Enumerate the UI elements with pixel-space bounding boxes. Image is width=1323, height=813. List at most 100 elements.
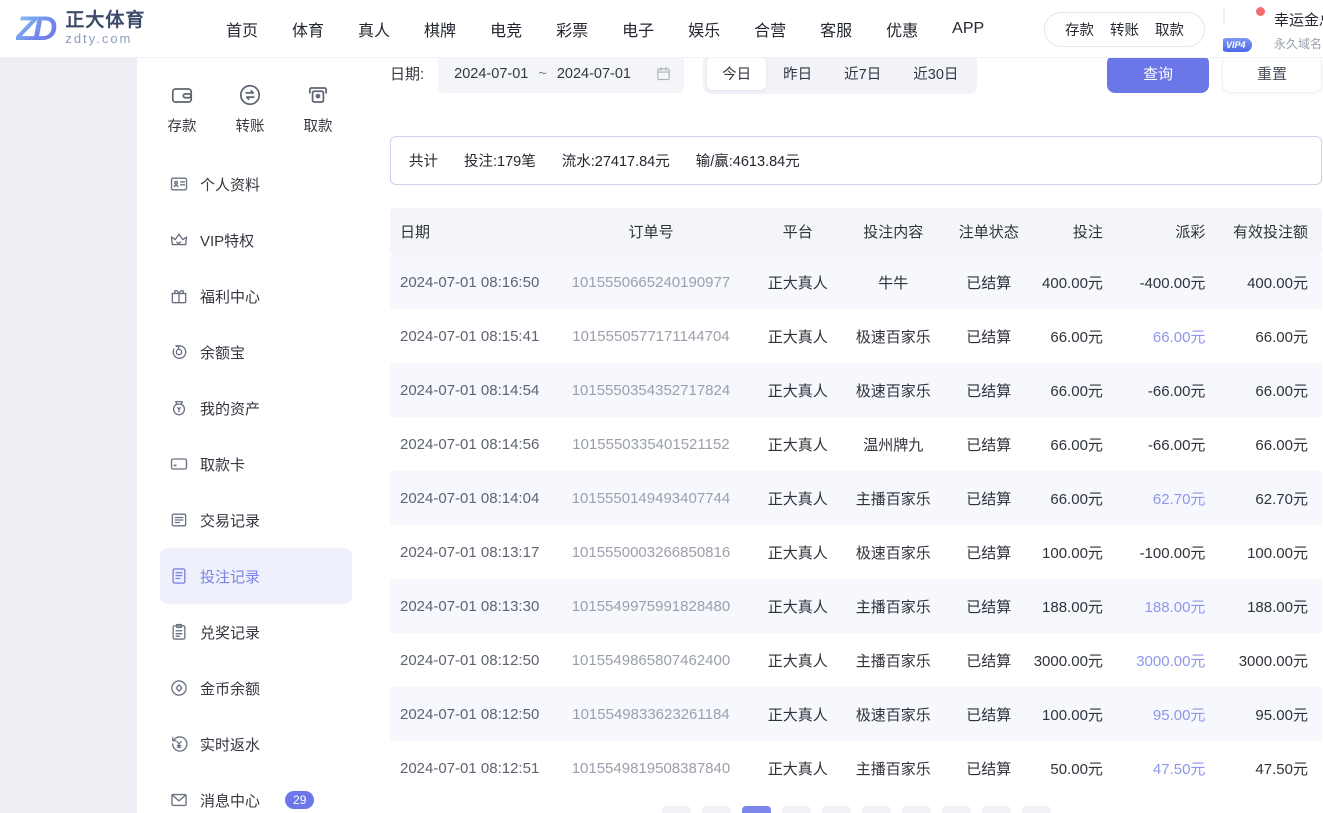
date-range-input[interactable]: 2024-07-01 ~ 2024-07-01 bbox=[438, 58, 685, 93]
cell-platform: 正大真人 bbox=[767, 598, 828, 616]
sidebar-item-vip[interactable]: VIP特权 bbox=[160, 212, 352, 268]
table-row: 2024-07-01 08:16:50 1015550665240190977 … bbox=[390, 255, 1322, 309]
nav-item[interactable]: 电竞 bbox=[490, 17, 522, 41]
sidebar-item-assets[interactable]: 我的资产 bbox=[160, 380, 352, 436]
summary-item: 共计 bbox=[409, 154, 438, 170]
cell-valid: 3000.00元 bbox=[1238, 652, 1308, 670]
avatar[interactable] bbox=[1223, 6, 1225, 24]
nav-item[interactable]: 棋牌 bbox=[424, 17, 456, 41]
cell-platform: 正大真人 bbox=[767, 652, 828, 670]
message-count-badge: 29 bbox=[285, 790, 315, 810]
cell-content: 极速百家乐 bbox=[855, 544, 931, 562]
user-info[interactable]: VIP4 幸运金总 永久域名: bbox=[1223, 0, 1323, 58]
cell-payout: 66.00元 bbox=[1152, 328, 1206, 346]
cell-date: 2024-07-01 08:12:50 bbox=[400, 651, 540, 669]
nav-item[interactable]: 真人 bbox=[358, 17, 390, 41]
page-button[interactable]: 17 bbox=[981, 806, 1011, 813]
quick-action-deposit[interactable]: 存款 bbox=[150, 82, 214, 136]
cell-payout: 188.00元 bbox=[1144, 598, 1206, 616]
cell-valid: 62.70元 bbox=[1255, 490, 1308, 508]
cell-content: 极速百家乐 bbox=[855, 328, 931, 346]
table-header: 日期 订单号 平台 投注内容 注单状态 投注 派彩 有效投注额 bbox=[390, 208, 1322, 255]
sidebar-item-bet-records[interactable]: 投注记录 bbox=[160, 548, 352, 604]
gold-coin-icon bbox=[171, 680, 187, 696]
column-header-status: 注单状态 bbox=[958, 224, 1019, 241]
pagination: ‹ 1 2 3 4 5 6... 17 › bbox=[390, 806, 1322, 813]
page-button[interactable]: ... bbox=[941, 806, 971, 813]
quick-action-label: 取款 bbox=[303, 119, 333, 135]
nav-item[interactable]: 合营 bbox=[754, 17, 786, 41]
cell-payout: -100.00元 bbox=[1139, 544, 1206, 562]
quick-range-option[interactable]: 今日 bbox=[707, 58, 767, 90]
reset-button[interactable]: 重置 bbox=[1222, 58, 1322, 93]
page-button[interactable]: › bbox=[1021, 806, 1051, 813]
sidebar-item-welfare[interactable]: 福利中心 bbox=[160, 268, 352, 324]
page-button[interactable]: 1 bbox=[701, 806, 731, 813]
cell-order: 1015550149493407744 bbox=[571, 489, 731, 507]
filter-bar: 日期: 2024-07-01 ~ 2024-07-01 今日 昨日 近7日 近30日 … bbox=[390, 58, 1322, 94]
nav-item[interactable]: 电子 bbox=[622, 17, 654, 41]
calendar-icon bbox=[657, 66, 670, 81]
sidebar-item-withdraw-card[interactable]: 取款卡 bbox=[160, 436, 352, 492]
cell-status: 已结算 bbox=[966, 328, 1012, 346]
cell-platform: 正大真人 bbox=[767, 706, 828, 724]
cell-bet: 66.00元 bbox=[1050, 490, 1103, 508]
cell-content: 主播百家乐 bbox=[855, 598, 931, 616]
wallet-action[interactable]: 存款 bbox=[1065, 19, 1094, 40]
nav-item[interactable]: 首页 bbox=[226, 17, 258, 41]
sidebar-quick-actions: 存款 转账 取款 bbox=[150, 82, 350, 136]
table-body: 2024-07-01 08:16:50 1015550665240190977 … bbox=[390, 255, 1322, 795]
cell-date: 2024-07-01 08:12:51 bbox=[400, 759, 540, 777]
page-button[interactable]: 3 bbox=[781, 806, 811, 813]
sidebar-item-profile[interactable]: 个人资料 bbox=[160, 156, 352, 212]
nav-item[interactable]: 优惠 bbox=[886, 17, 918, 41]
nav-item[interactable]: 彩票 bbox=[556, 17, 588, 41]
sidebar-item-gold-balance[interactable]: 金币余额 bbox=[160, 660, 352, 716]
brand-logo[interactable]: ZD 正大体育 zdty.com bbox=[16, 10, 166, 46]
cell-status: 已结算 bbox=[966, 436, 1012, 454]
sidebar-item-prize-records[interactable]: 兑奖记录 bbox=[160, 604, 352, 660]
quick-action-transfer[interactable]: 转账 bbox=[218, 82, 282, 136]
money-bag-icon bbox=[172, 401, 186, 416]
nav-item[interactable]: 客服 bbox=[820, 17, 852, 41]
wallet-action[interactable]: 转账 bbox=[1110, 19, 1139, 40]
column-header-valid: 有效投注额 bbox=[1232, 224, 1308, 241]
cell-payout: -66.00元 bbox=[1147, 382, 1206, 400]
sidebar-item-messages[interactable]: 消息中心 29 bbox=[160, 772, 352, 813]
search-button[interactable]: 查询 bbox=[1107, 58, 1209, 93]
cell-status: 已结算 bbox=[966, 598, 1012, 616]
cell-valid: 66.00元 bbox=[1255, 382, 1308, 400]
quick-range-option[interactable]: 近7日 bbox=[829, 58, 896, 90]
cell-status: 已结算 bbox=[966, 382, 1012, 400]
cell-valid: 400.00元 bbox=[1247, 274, 1308, 292]
nav-item[interactable]: APP bbox=[952, 20, 984, 38]
sidebar-item-rebate[interactable]: 实时返水 bbox=[160, 716, 352, 772]
wallet-actions: 存款 转账 取款 bbox=[1044, 11, 1205, 47]
gift-icon bbox=[171, 289, 187, 304]
sidebar-item-label: 交易记录 bbox=[200, 512, 261, 530]
wallet-action[interactable]: 取款 bbox=[1155, 19, 1184, 40]
coin-icon bbox=[172, 345, 187, 359]
table-row: 2024-07-01 08:14:54 1015550354352717824 … bbox=[390, 363, 1322, 417]
main-content: 日期: 2024-07-01 ~ 2024-07-01 今日 昨日 近7日 近30日 … bbox=[365, 58, 1323, 813]
quick-action-withdraw[interactable]: 取款 bbox=[286, 82, 350, 136]
cell-platform: 正大真人 bbox=[767, 328, 828, 346]
page-button[interactable]: 5 bbox=[861, 806, 891, 813]
table-row: 2024-07-01 08:15:41 1015550577171144704 … bbox=[390, 309, 1322, 363]
page-button[interactable]: ‹ bbox=[661, 806, 691, 813]
sidebar-item-label: 我的资产 bbox=[200, 400, 261, 418]
cell-date: 2024-07-01 08:13:17 bbox=[400, 543, 540, 561]
sidebar-item-yuebao[interactable]: 余额宝 bbox=[160, 324, 352, 380]
quick-range-option[interactable]: 近30日 bbox=[898, 58, 973, 90]
page-button[interactable]: 2 bbox=[741, 806, 771, 813]
nav-item[interactable]: 娱乐 bbox=[688, 17, 720, 41]
quick-range-option[interactable]: 昨日 bbox=[768, 58, 827, 90]
cell-payout: 95.00元 bbox=[1152, 706, 1206, 724]
cell-bet: 66.00元 bbox=[1050, 328, 1103, 346]
page-button[interactable]: 6 bbox=[901, 806, 931, 813]
page-button[interactable]: 4 bbox=[821, 806, 851, 813]
sidebar-item-transactions[interactable]: 交易记录 bbox=[160, 492, 352, 548]
cell-order: 1015550665240190977 bbox=[571, 273, 731, 291]
nav-item[interactable]: 体育 bbox=[292, 17, 324, 41]
cell-content: 主播百家乐 bbox=[855, 760, 931, 778]
